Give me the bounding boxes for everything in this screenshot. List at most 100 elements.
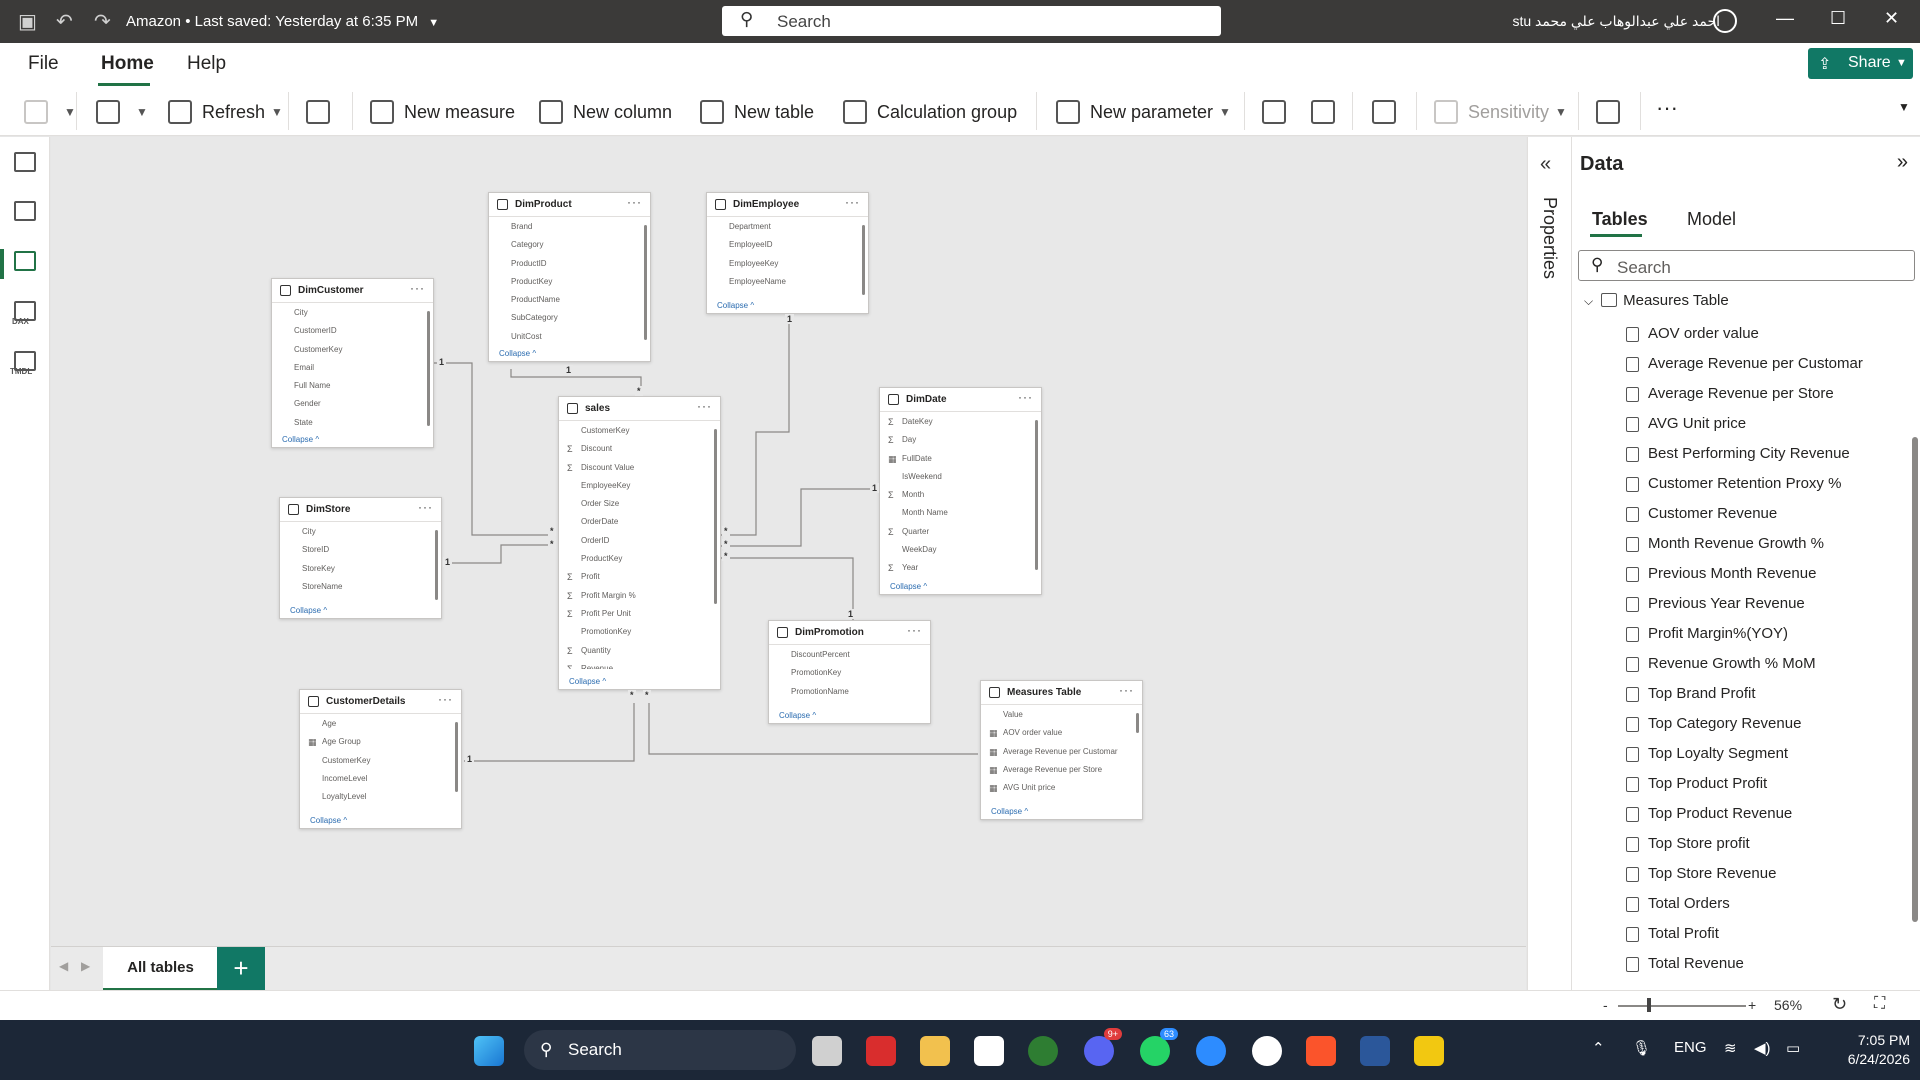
- field-row[interactable]: Age: [300, 715, 461, 733]
- field-row[interactable]: UnitCost: [489, 328, 650, 343]
- new-column-button[interactable]: New column: [539, 96, 672, 128]
- field-row[interactable]: City: [272, 304, 433, 322]
- field-row[interactable]: CustomerKey: [272, 341, 433, 359]
- model-view-icon[interactable]: [14, 251, 36, 271]
- file-title[interactable]: Amazon • Last saved: Yesterday at 6:35 P…: [126, 13, 439, 30]
- field-row[interactable]: Σ Profit Margin %: [559, 587, 720, 605]
- field-row[interactable]: Σ Profit Per Unit: [559, 605, 720, 623]
- field-row[interactable]: ▦ AOV order value: [981, 724, 1142, 742]
- relationship-promotion-sales[interactable]: [721, 557, 854, 621]
- table-header[interactable]: Measures Table ···: [981, 681, 1142, 705]
- field-row[interactable]: ProductName: [489, 291, 650, 309]
- title-search-box[interactable]: ⚲ Search: [722, 6, 1221, 36]
- scrollbar[interactable]: [1136, 713, 1139, 733]
- field-row[interactable]: ▦ AVG Unit price: [981, 779, 1142, 797]
- field-row[interactable]: ProductKey: [559, 550, 720, 568]
- field-row[interactable]: SubCategory: [489, 309, 650, 327]
- zoom-slider-thumb[interactable]: [1647, 998, 1651, 1012]
- measure-item[interactable]: Top Product Profit: [1626, 769, 1863, 799]
- collapse-pane-icon[interactable]: »: [1897, 151, 1908, 174]
- view-as-button[interactable]: [1311, 96, 1345, 128]
- table-header[interactable]: DimDate ···: [880, 388, 1041, 412]
- table-header[interactable]: sales ···: [559, 397, 720, 421]
- field-row[interactable]: Order Size: [559, 495, 720, 513]
- field-row[interactable]: Email: [272, 359, 433, 377]
- field-row[interactable]: Σ Quarter: [880, 523, 1041, 541]
- show-hidden-icons[interactable]: ⌃: [1592, 1039, 1605, 1057]
- field-row[interactable]: IncomeLevel: [300, 770, 461, 788]
- field-row[interactable]: EmployeeName: [707, 273, 868, 291]
- field-row[interactable]: Brand: [489, 218, 650, 236]
- field-row[interactable]: Σ Revenue: [559, 660, 720, 669]
- tab-tables[interactable]: Tables: [1592, 209, 1648, 230]
- save-icon[interactable]: ▣: [18, 9, 37, 34]
- field-row[interactable]: Σ Year: [880, 559, 1041, 573]
- menu-help[interactable]: Help: [187, 53, 226, 75]
- field-row[interactable]: Category: [489, 236, 650, 254]
- tab-all-tables[interactable]: All tables: [103, 947, 218, 991]
- scrollbar[interactable]: [435, 530, 438, 600]
- field-row[interactable]: LoyaltyLevel: [300, 788, 461, 806]
- field-row[interactable]: Σ Discount: [559, 440, 720, 458]
- table-view-icon[interactable]: [14, 201, 36, 221]
- relationship-employee-sales[interactable]: [721, 321, 790, 536]
- scrollbar[interactable]: [862, 225, 865, 295]
- chatgpt-icon[interactable]: [1252, 1036, 1282, 1066]
- collapse-link[interactable]: Collapse ^: [569, 677, 606, 686]
- collapse-link[interactable]: Collapse ^: [310, 816, 347, 825]
- add-layout-button[interactable]: +: [217, 947, 265, 991]
- sensitivity-button[interactable]: Sensitivity ▼: [1434, 96, 1567, 128]
- table-card-customerdetails[interactable]: CustomerDetails ··· Age ▦ Age Group Customer…: [299, 689, 462, 829]
- field-row[interactable]: City: [280, 523, 441, 541]
- scroll-right-icon[interactable]: ▶: [81, 959, 90, 973]
- measure-item[interactable]: Profit Margin%(YOY): [1626, 619, 1863, 649]
- table-header[interactable]: DimStore ···: [280, 498, 441, 522]
- measure-item[interactable]: Customer Retention Proxy %: [1626, 469, 1863, 499]
- field-row[interactable]: ▦ Average Revenue per Store: [981, 761, 1142, 779]
- scrollbar[interactable]: [427, 311, 430, 426]
- field-row[interactable]: CustomerKey: [300, 752, 461, 770]
- more-options-button[interactable]: ···: [1656, 92, 1678, 124]
- discord-icon[interactable]: 9+: [1084, 1028, 1122, 1066]
- field-row[interactable]: ▦ Age Group: [300, 733, 461, 751]
- table-header[interactable]: DimPromotion ···: [769, 621, 930, 645]
- field-row[interactable]: Department: [707, 218, 868, 236]
- share-button[interactable]: ⇪ Share ▼: [1808, 48, 1913, 79]
- table-card-dimemployee[interactable]: DimEmployee ··· Department EmployeeID Emplo…: [706, 192, 869, 314]
- measure-item[interactable]: Top Category Revenue: [1626, 709, 1863, 739]
- volume-icon[interactable]: ◀): [1754, 1039, 1771, 1057]
- close-icon[interactable]: ✕: [1884, 8, 1899, 29]
- field-row[interactable]: Σ DateKey: [880, 413, 1041, 431]
- microsoft-store-icon[interactable]: [974, 1036, 1004, 1066]
- field-row[interactable]: Gender: [272, 395, 433, 413]
- field-row[interactable]: PromotionName: [769, 683, 930, 701]
- relationship-date-sales[interactable]: [721, 488, 877, 547]
- model-canvas[interactable]: DimProduct ··· Brand Category ProductID Prod…: [51, 137, 1526, 946]
- maximize-icon[interactable]: ☐: [1830, 8, 1846, 29]
- menu-file[interactable]: File: [28, 53, 59, 75]
- measure-item[interactable]: Total Revenue: [1626, 949, 1863, 979]
- measure-item[interactable]: Previous Year Revenue: [1626, 589, 1863, 619]
- minimize-icon[interactable]: —: [1776, 8, 1794, 29]
- relationship-product-sales[interactable]: [510, 369, 642, 397]
- scrollbar[interactable]: [644, 225, 647, 340]
- refresh-button[interactable]: Refresh ▼: [168, 96, 283, 128]
- more-options-icon[interactable]: ···: [697, 399, 712, 413]
- table-header[interactable]: DimEmployee ···: [707, 193, 868, 217]
- field-row[interactable]: PromotionKey: [769, 664, 930, 682]
- table-card-dimcustomer[interactable]: DimCustomer ··· City CustomerID CustomerKey…: [271, 278, 434, 448]
- field-row[interactable]: CustomerKey: [559, 422, 720, 440]
- field-row[interactable]: Value: [981, 706, 1142, 724]
- data-pane-scrollbar[interactable]: [1912, 437, 1918, 922]
- table-group-measures[interactable]: ⌵ Measures Table: [1584, 292, 1729, 309]
- field-row[interactable]: EmployeeKey: [559, 477, 720, 495]
- field-row[interactable]: OrderID: [559, 532, 720, 550]
- brave-icon[interactable]: [1306, 1036, 1336, 1066]
- properties-pane-collapsed[interactable]: « Properties: [1527, 137, 1571, 990]
- q-and-a-setup-button[interactable]: [1372, 96, 1406, 128]
- field-row[interactable]: ▦ FullDate: [880, 450, 1041, 468]
- table-header[interactable]: DimProduct ···: [489, 193, 650, 217]
- measure-item[interactable]: Month Revenue Growth %: [1626, 529, 1863, 559]
- measure-item[interactable]: Top Product Revenue: [1626, 799, 1863, 829]
- field-row[interactable]: StoreID: [280, 541, 441, 559]
